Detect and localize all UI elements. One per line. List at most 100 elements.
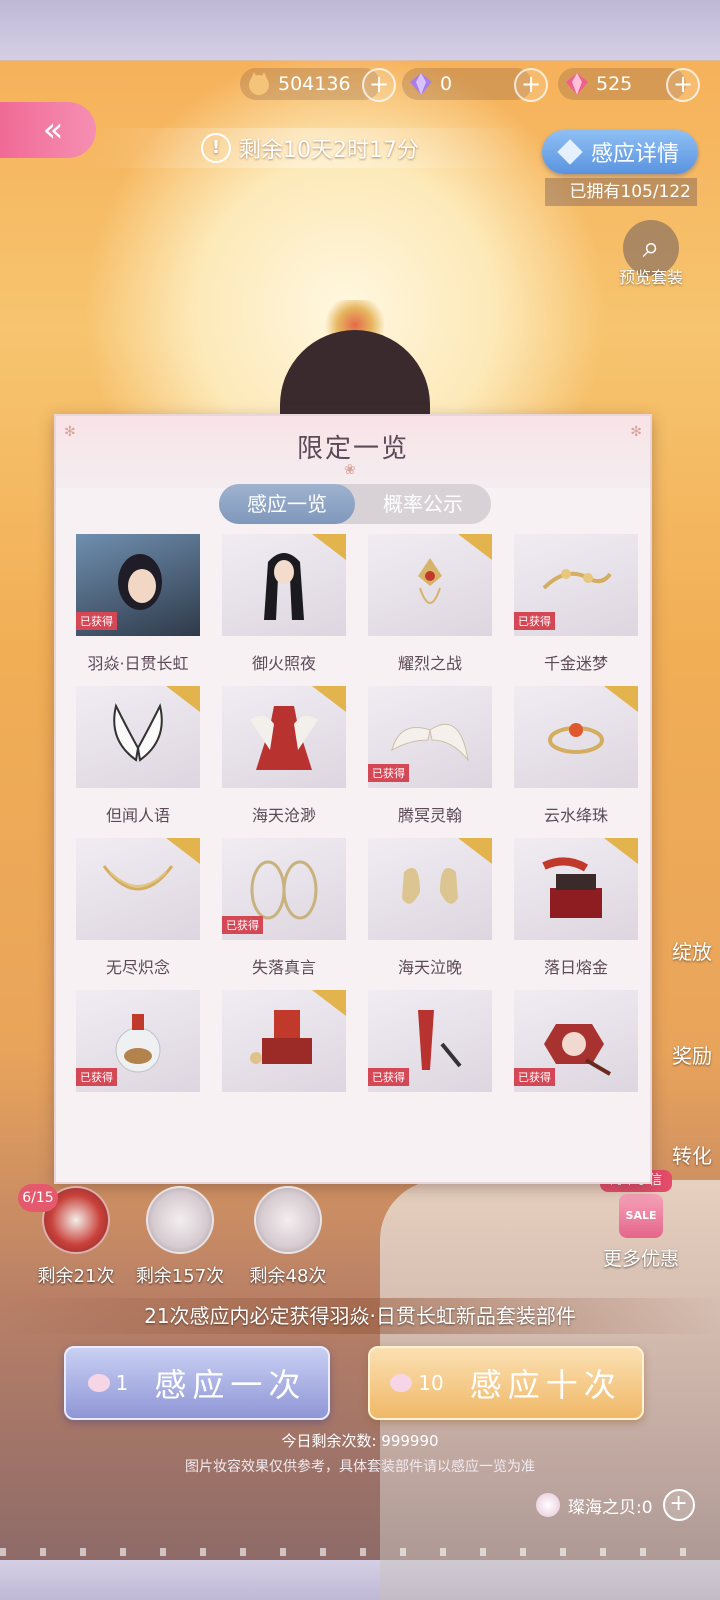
decorative-dots	[0, 1548, 720, 1556]
owned-count: 已拥有105/122	[545, 178, 697, 206]
obtained-tag: 已获得	[514, 612, 555, 630]
item-thumbnail	[222, 990, 346, 1092]
add-diamond-button[interactable]: +	[514, 68, 548, 102]
milestone-rewards: 剩余21次 剩余157次 剩余48次	[30, 1186, 350, 1296]
double-chevron-left-icon: «	[42, 110, 64, 150]
more-deals-button[interactable]: SALE 更多优惠	[596, 1190, 686, 1270]
item-thumbnail	[222, 686, 346, 788]
tab-overview[interactable]: 感应一览	[219, 484, 355, 524]
item-card[interactable]: 已获得 失落真言	[222, 838, 346, 978]
portrait-icon	[118, 554, 162, 610]
item-thumbnail	[76, 838, 200, 940]
obtained-tag: 已获得	[76, 1068, 117, 1086]
item-thumbnail: 已获得	[514, 990, 638, 1092]
preview-outfit-button[interactable]: ⌕ 预览套装	[614, 220, 688, 294]
shine-corner	[312, 686, 346, 712]
exclamation-icon: !	[201, 133, 231, 163]
item-thumbnail	[514, 838, 638, 940]
item-card[interactable]: 御火照夜	[222, 534, 346, 674]
item-name: 耀烈之战	[397, 654, 462, 673]
item-card[interactable]: 落日熔金	[514, 838, 638, 978]
obtained-tag: 已获得	[368, 764, 409, 782]
sale-bag-icon: SALE	[619, 1194, 663, 1238]
brush-icon	[418, 1010, 462, 1070]
item-card[interactable]: 已获得	[76, 990, 200, 1106]
item-card[interactable]: 已获得 羽焱·日贯长虹	[76, 534, 200, 674]
item-card[interactable]: 已获得	[368, 990, 492, 1106]
shine-corner	[166, 686, 200, 712]
event-timer: ! 剩余10天2时17分	[90, 128, 530, 168]
detail-button[interactable]: 感应详情	[542, 130, 698, 174]
item-name: 无尽炽念	[105, 958, 170, 977]
daily-remaining: 今日剩余次数: 999990	[281, 1432, 439, 1450]
obtained-tag: 已获得	[76, 612, 117, 630]
item-thumbnail: 已获得	[76, 990, 200, 1092]
portrait-reward-icon	[146, 1186, 214, 1254]
item-name: 海天沧渺	[251, 806, 316, 825]
limited-overview-panel: ✻ ✻ 限定一览 ❀ 感应一览 概率公示 已获得 羽焱·日贯长虹 御火照夜 耀烈…	[54, 414, 652, 1184]
status-bar	[0, 0, 720, 60]
item-card[interactable]: 无尽炽念	[76, 838, 200, 978]
milestone-reward[interactable]: 剩余157次	[134, 1186, 226, 1288]
item-card[interactable]: 海天泣晚	[368, 838, 492, 978]
flower-ornament-icon: ❀	[344, 462, 356, 478]
item-name: 千金迷梦	[543, 654, 608, 673]
item-thumbnail	[514, 686, 638, 788]
add-shell-button[interactable]: +	[662, 1489, 695, 1521]
hairpin-icon	[542, 569, 612, 590]
shell-value: 璨海之贝:0	[568, 1497, 653, 1518]
tab-probability[interactable]: 概率公示	[355, 484, 491, 524]
milestone-reward[interactable]: 剩余48次	[242, 1186, 334, 1288]
item-card[interactable]: 海天沧渺	[222, 686, 346, 826]
draw-once-button[interactable]: 1 感应一次	[64, 1346, 330, 1420]
guarantee-banner: 21次感应内必定获得羽焱·日贯长虹新品套装部件	[0, 1298, 720, 1334]
item-card[interactable]	[222, 990, 346, 1106]
bloom-button[interactable]: 绽放	[672, 936, 712, 965]
cat-coin-icon	[246, 71, 272, 97]
item-thumbnail	[222, 534, 346, 636]
item-card[interactable]: 耀烈之战	[368, 534, 492, 674]
add-pink-diamond-button[interactable]: +	[666, 68, 700, 102]
preview-outfit-label: 预览套装	[618, 268, 683, 287]
progress-badge: 6/15	[18, 1184, 58, 1212]
shell-counter: 璨海之贝:0 +	[536, 1489, 695, 1521]
panel-title: 限定一览	[296, 434, 409, 464]
obtained-tag: 已获得	[368, 1068, 409, 1086]
add-cat-coin-button[interactable]: +	[362, 68, 396, 102]
shine-corner	[166, 838, 200, 864]
perfume-bottle-icon	[115, 1014, 161, 1073]
item-name: 腾冥灵翰	[397, 806, 462, 825]
panel-header: ✻ ✻ 限定一览 ❀	[56, 416, 650, 488]
shine-corner	[458, 838, 492, 864]
diamond-value: 0	[440, 73, 453, 95]
cat-coin-counter: 504136	[240, 68, 380, 100]
item-card[interactable]: 已获得	[514, 990, 638, 1106]
item-card[interactable]: 已获得 千金迷梦	[514, 534, 638, 674]
back-button[interactable]: «	[0, 102, 96, 158]
item-card[interactable]: 已获得 腾冥灵翰	[368, 686, 492, 826]
shell-icon	[536, 1493, 560, 1517]
shine-corner	[312, 534, 346, 560]
convert-button[interactable]: 转化	[672, 1140, 712, 1169]
item-card[interactable]: 云水绛珠	[514, 686, 638, 826]
item-thumbnail	[368, 534, 492, 636]
reward-button[interactable]: 奖励	[672, 1040, 712, 1069]
portrait-reward-icon	[254, 1186, 322, 1254]
compact-icon	[544, 1024, 612, 1076]
cat-coin-value: 504136	[278, 73, 351, 95]
item-thumbnail: 已获得	[368, 686, 492, 788]
obtained-tag: 已获得	[514, 1068, 555, 1086]
pearl-icon	[390, 1374, 413, 1392]
draw-ten-label: 感应十次	[469, 1366, 622, 1404]
remaining-count: 剩余21次	[37, 1266, 115, 1287]
draw-once-cost: 1	[115, 1371, 129, 1395]
draw-ten-button[interactable]: 10 感应十次	[368, 1346, 644, 1420]
currency-bar: 504136 + 0 + 525 +	[240, 68, 702, 102]
item-thumbnail: 已获得	[514, 534, 638, 636]
detail-button-label: 感应详情	[590, 142, 679, 167]
diamond-counter: 0	[402, 68, 532, 100]
gloves-icon	[250, 860, 318, 920]
draw-once-label: 感应一次	[154, 1366, 307, 1404]
item-thumbnail	[368, 838, 492, 940]
item-card[interactable]: 但闻人语	[76, 686, 200, 826]
